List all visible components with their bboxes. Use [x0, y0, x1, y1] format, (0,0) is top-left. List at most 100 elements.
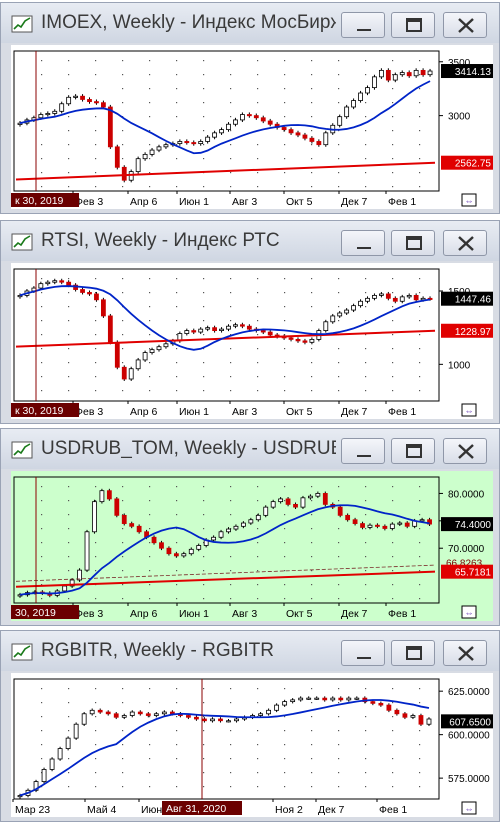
- candle: [184, 141, 190, 144]
- candle: [198, 328, 204, 333]
- candle: [360, 523, 365, 528]
- candle: [142, 153, 148, 160]
- minimize-button[interactable]: [341, 640, 385, 666]
- candle: [419, 519, 425, 522]
- candle: [84, 531, 90, 571]
- candle: [375, 524, 380, 527]
- chart-window-imoex: IMOEX, Weekly - Индекс МосБиржи 3500 3000 3…: [0, 2, 500, 214]
- candle: [352, 519, 358, 524]
- candle: [394, 709, 400, 715]
- candle: [59, 103, 65, 112]
- candle: [114, 146, 120, 168]
- candle: [322, 493, 328, 505]
- x-tick-label: Фев 1: [388, 196, 416, 208]
- candle: [41, 769, 47, 783]
- ma-value-label: 1228.97: [455, 327, 492, 338]
- candle: [302, 340, 308, 343]
- close-button[interactable]: [443, 12, 487, 38]
- candle: [80, 289, 85, 293]
- x-tick-label: Дек 7: [341, 406, 367, 418]
- candle: [255, 514, 261, 521]
- candle: [202, 718, 207, 722]
- x-tick-label: Фев 1: [379, 804, 407, 816]
- candle: [191, 142, 197, 145]
- candle: [330, 697, 336, 701]
- title-bar[interactable]: IMOEX, Weekly - Индекс МосБиржи: [1, 3, 499, 43]
- chart-area[interactable]: 150010001447.461228.97Фев 3Апр 6Июн 1Авг…: [11, 263, 493, 419]
- close-button[interactable]: [443, 230, 487, 256]
- candle: [386, 704, 392, 711]
- maximize-button[interactable]: [391, 438, 435, 464]
- title-bar[interactable]: RGBITR, Weekly - RGBITR: [1, 631, 499, 671]
- y-tick-label: 80.0000: [448, 489, 485, 500]
- candle: [156, 146, 162, 151]
- candle: [406, 295, 412, 298]
- y-tick-label: 70.0000: [448, 544, 485, 555]
- candle: [367, 524, 373, 528]
- x-tick-label: Ноя 2: [275, 804, 303, 816]
- candle: [344, 309, 350, 314]
- y-tick-label: 575.0000: [448, 774, 490, 785]
- chart-scroll-button[interactable]: ⇔: [461, 605, 477, 619]
- candle: [136, 525, 142, 533]
- candle: [404, 522, 410, 527]
- scroll-icon: ⇔: [465, 196, 474, 206]
- chart-area[interactable]: 625.0000 600.0000 575.0000 607.6500 Мар 23 Ма…: [11, 673, 493, 817]
- candle: [234, 718, 239, 722]
- maximize-button[interactable]: [391, 640, 435, 666]
- minimize-button[interactable]: [341, 438, 385, 464]
- candle: [101, 102, 106, 108]
- candle: [385, 69, 391, 81]
- candle: [337, 116, 343, 126]
- candle: [413, 295, 419, 301]
- chart-scroll-button[interactable]: ⇔: [461, 403, 477, 417]
- candle: [344, 106, 350, 118]
- candle: [135, 158, 141, 173]
- candle: [399, 72, 405, 76]
- candle: [226, 720, 231, 723]
- close-icon: [458, 236, 474, 251]
- x-tick-label: Июн: [141, 804, 162, 816]
- candle: [211, 536, 217, 541]
- candle: [49, 758, 55, 770]
- candle: [253, 115, 259, 119]
- close-button[interactable]: [443, 640, 487, 666]
- candle: [151, 536, 157, 544]
- candle: [62, 585, 68, 592]
- chart-scroll-button[interactable]: ⇔: [461, 193, 477, 207]
- x-tick-label: Дек 7: [341, 196, 367, 208]
- candle: [266, 709, 271, 715]
- maximize-button[interactable]: [391, 230, 435, 256]
- candle: [399, 296, 405, 302]
- candle: [149, 149, 155, 155]
- candle: [358, 92, 363, 101]
- candle: [105, 711, 111, 715]
- candle: [205, 136, 211, 142]
- candle: [260, 117, 266, 122]
- candle: [323, 321, 329, 331]
- chart-area[interactable]: 80.000075.000070.000074.400066.826365.71…: [11, 471, 493, 621]
- close-button[interactable]: [443, 438, 487, 464]
- candle: [258, 713, 263, 716]
- maximize-button[interactable]: [391, 12, 435, 38]
- candle: [233, 525, 239, 530]
- close-icon: [458, 646, 474, 661]
- chart-scroll-button[interactable]: ⇔: [461, 801, 477, 815]
- minimize-button[interactable]: [341, 230, 385, 256]
- candle: [295, 339, 301, 342]
- candle: [298, 697, 304, 701]
- candle: [177, 141, 183, 145]
- candle: [137, 711, 143, 715]
- candle: [316, 141, 322, 146]
- title-bar[interactable]: RTSI, Weekly - Индекс РТС: [1, 221, 499, 261]
- candle: [145, 713, 151, 716]
- candle: [389, 523, 395, 529]
- minimize-button[interactable]: [341, 12, 385, 38]
- candle: [402, 713, 408, 718]
- x-tick-label: Май 4: [87, 804, 116, 816]
- title-bar[interactable]: USDRUB_TOM, Weekly - USDRUB_TOM: [1, 429, 499, 469]
- chart-area[interactable]: 3500 3000 3414.13 2562.75 Фев 3 Апр 6 Июн 1 Авг…: [11, 45, 493, 209]
- candle: [87, 292, 92, 295]
- x-tick-label: Окт 5: [286, 608, 313, 620]
- candle: [288, 129, 294, 134]
